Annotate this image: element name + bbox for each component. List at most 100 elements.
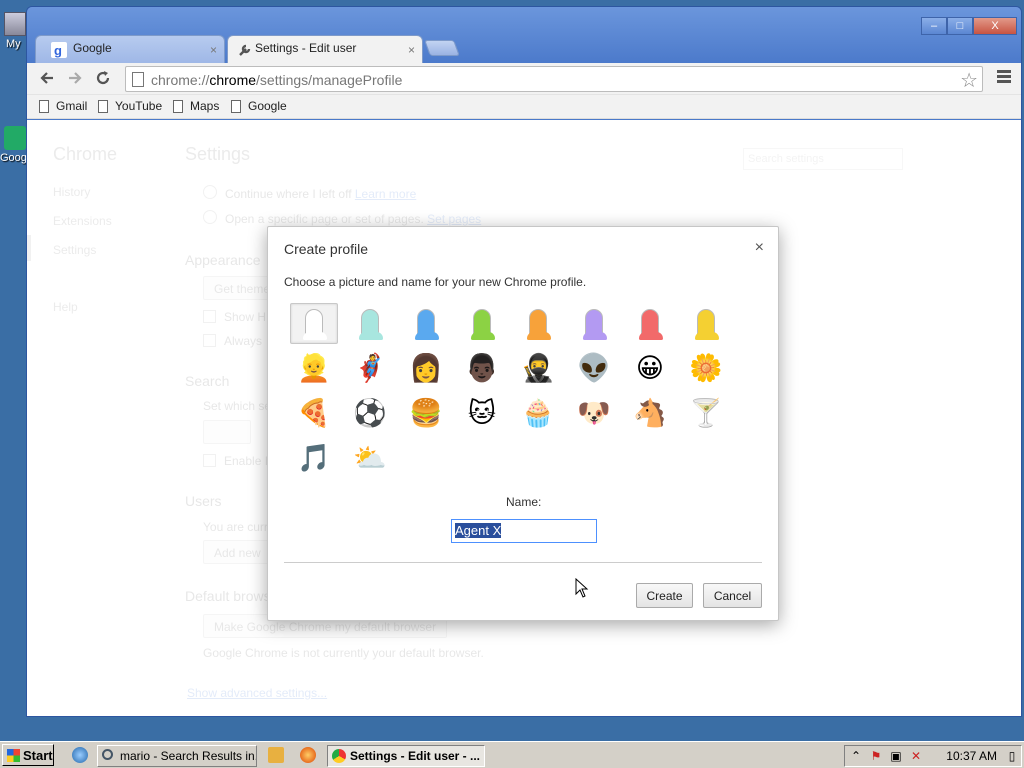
tab-google[interactable]: g Google × bbox=[35, 35, 225, 65]
avatar-option-businessman[interactable]: 👨🏿 bbox=[458, 348, 506, 389]
avatar-option-sun-cloud[interactable]: ⛅ bbox=[346, 438, 394, 479]
volleyball-icon: 👩 bbox=[409, 353, 443, 383]
alien-icon: 👽 bbox=[577, 353, 611, 383]
forward-arrow-icon bbox=[69, 72, 82, 84]
new-tab-button[interactable] bbox=[424, 40, 460, 56]
avatar-option-generic-white[interactable] bbox=[290, 303, 338, 344]
avatar-option-generic-blue[interactable] bbox=[402, 303, 450, 344]
tab-settings-edit-user[interactable]: Settings - Edit user × bbox=[227, 35, 423, 65]
avatar-option-awesome[interactable]: 😀 bbox=[626, 348, 674, 389]
businessman-icon: 👨🏿 bbox=[465, 353, 499, 383]
avatar-option-generic-yellow[interactable] bbox=[682, 303, 730, 344]
show-desktop-icon[interactable]: ▯ bbox=[1005, 749, 1019, 763]
ninja-icon: 🥷 bbox=[521, 353, 555, 383]
avatar-option-ninja[interactable]: 🥷 bbox=[514, 348, 562, 389]
avatar-option-generic-orange[interactable] bbox=[514, 303, 562, 344]
flower-icon: 🌼 bbox=[689, 353, 723, 383]
avatar-option-horse[interactable]: 🐴 bbox=[626, 393, 674, 434]
close-window-button[interactable]: X bbox=[973, 17, 1017, 35]
action-center-icon[interactable]: ⚑ bbox=[869, 749, 883, 763]
margarita-icon: 🍸 bbox=[689, 398, 723, 428]
title-bar: g Google × Settings - Edit user × – □ X bbox=[27, 7, 1021, 65]
profile-name-input[interactable]: Agent X bbox=[451, 519, 597, 543]
network-icon[interactable]: ▣ bbox=[889, 749, 903, 763]
avatar-silhouette-icon bbox=[639, 308, 663, 340]
address-bar[interactable]: chrome://chrome/settings/manageProfile ☆ bbox=[125, 66, 983, 92]
tab-close-icon[interactable]: × bbox=[210, 43, 217, 57]
taskbar: Start mario - Search Results in... Setti… bbox=[0, 741, 1024, 768]
dialog-title: Create profile bbox=[284, 241, 369, 257]
name-label: Name: bbox=[506, 495, 542, 509]
avatar-option-note[interactable]: 🎵 bbox=[290, 438, 338, 479]
avatar-option-generic-green[interactable] bbox=[458, 303, 506, 344]
avatar-option-generic-red[interactable] bbox=[626, 303, 674, 344]
secret-agent-icon: 👱 bbox=[297, 353, 331, 383]
clock: 10:37 AM bbox=[946, 749, 997, 763]
bookmark-star-icon[interactable]: ☆ bbox=[960, 68, 978, 93]
avatar-option-margarita[interactable]: 🍸 bbox=[682, 393, 730, 434]
avatar-option-cat[interactable]: 🐱 bbox=[458, 393, 506, 434]
tab-close-icon[interactable]: × bbox=[408, 43, 415, 57]
tab-label: Settings - Edit user bbox=[255, 41, 357, 55]
start-button[interactable]: Start bbox=[2, 744, 54, 766]
avatar-option-generic-aqua[interactable] bbox=[346, 303, 394, 344]
page-icon bbox=[173, 100, 183, 113]
avatar-option-burger[interactable]: 🍔 bbox=[402, 393, 450, 434]
avatar-option-alien[interactable]: 👽 bbox=[570, 348, 618, 389]
chrome-icon bbox=[332, 749, 346, 763]
firefox-icon[interactable] bbox=[300, 747, 316, 763]
avatar-option-generic-purple[interactable] bbox=[570, 303, 618, 344]
note-icon: 🎵 bbox=[297, 443, 331, 473]
back-button[interactable] bbox=[37, 69, 57, 89]
settings-page: Chrome History Extensions Settings Help … bbox=[27, 120, 1021, 716]
cancel-button[interactable]: Cancel bbox=[703, 583, 762, 608]
avatar-option-secret-agent[interactable]: 👱 bbox=[290, 348, 338, 389]
avatar-option-flower[interactable]: 🌼 bbox=[682, 348, 730, 389]
avatar-option-dog[interactable]: 🐶 bbox=[570, 393, 618, 434]
reload-button[interactable] bbox=[93, 69, 113, 89]
avatar-option-soccer[interactable]: ⚽ bbox=[346, 393, 394, 434]
search-icon bbox=[102, 749, 113, 760]
create-profile-dialog: Create profile × Choose a picture and na… bbox=[267, 226, 779, 621]
desktop-icon-google-chrome[interactable]: Goog bbox=[0, 126, 28, 164]
window-controls: – □ X bbox=[921, 17, 1017, 35]
bookmark-google[interactable]: Google bbox=[231, 99, 287, 113]
forward-button[interactable] bbox=[65, 69, 85, 89]
bookmark-gmail[interactable]: Gmail bbox=[39, 99, 87, 113]
show-hidden-icons-icon[interactable]: ⌃ bbox=[849, 749, 863, 763]
internet-explorer-icon[interactable] bbox=[72, 747, 88, 763]
address-bar-url: chrome://chrome/settings/manageProfile bbox=[151, 72, 403, 88]
taskbar-item-search-results[interactable]: mario - Search Results in... bbox=[97, 745, 257, 767]
computer-icon bbox=[4, 12, 26, 36]
bookmarks-bar: Gmail YouTube Maps Google bbox=[27, 95, 1021, 119]
volume-icon[interactable]: ✕ bbox=[909, 749, 923, 763]
tab-label: Google bbox=[73, 41, 112, 55]
page-icon bbox=[132, 72, 144, 87]
avatar-silhouette-icon bbox=[527, 308, 551, 340]
minimize-button[interactable]: – bbox=[921, 17, 947, 35]
awesome-icon: 😀 bbox=[635, 353, 665, 383]
taskbar-item-settings-edit-user[interactable]: Settings - Edit user - ... bbox=[327, 745, 485, 767]
avatar-silhouette-icon bbox=[359, 308, 383, 340]
avatar-silhouette-icon bbox=[415, 308, 439, 340]
avatar-option-pizza[interactable]: 🍕 bbox=[290, 393, 338, 434]
browser-toolbar: chrome://chrome/settings/manageProfile ☆ bbox=[27, 63, 1021, 95]
avatar-option-superhero[interactable]: 🦸 bbox=[346, 348, 394, 389]
media-player-icon[interactable] bbox=[268, 747, 284, 763]
dog-icon: 🐶 bbox=[577, 398, 611, 428]
bookmark-youtube[interactable]: YouTube bbox=[98, 99, 162, 113]
avatar-option-volleyball[interactable]: 👩 bbox=[402, 348, 450, 389]
pizza-icon: 🍕 bbox=[297, 398, 331, 428]
maximize-button[interactable]: □ bbox=[947, 17, 973, 35]
desktop-icon-my-computer[interactable]: My bbox=[0, 12, 28, 50]
avatar-option-cupcake[interactable]: 🧁 bbox=[514, 393, 562, 434]
bookmark-maps[interactable]: Maps bbox=[173, 99, 219, 113]
burger-icon: 🍔 bbox=[409, 398, 443, 428]
chrome-menu-icon[interactable] bbox=[997, 70, 1011, 85]
chrome-window: g Google × Settings - Edit user × – □ X bbox=[26, 6, 1022, 717]
close-icon[interactable]: × bbox=[755, 239, 764, 257]
system-tray: ⌃ ⚑ ▣ ✕ 10:37 AM ▯ bbox=[844, 745, 1022, 767]
horse-icon: 🐴 bbox=[633, 398, 667, 428]
create-button[interactable]: Create bbox=[636, 583, 693, 608]
wrench-icon bbox=[239, 44, 251, 56]
